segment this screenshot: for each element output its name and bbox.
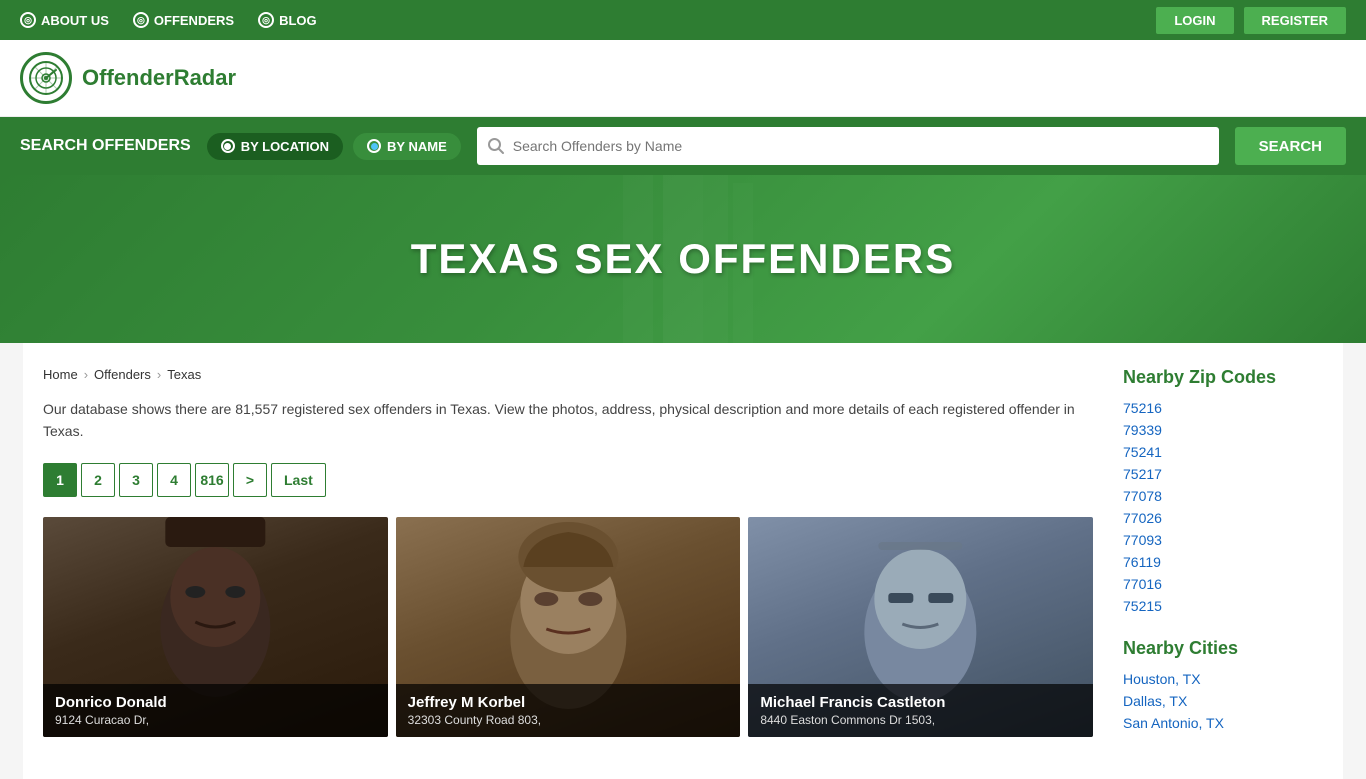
breadcrumb-home[interactable]: Home [43,367,78,382]
zipcode-77016[interactable]: 77016 [1123,576,1323,592]
city-san-antonio[interactable]: San Antonio, TX [1123,715,1323,731]
content-main: Home › Offenders › Texas Our database sh… [43,367,1093,755]
sidebar-zipcodes-title: Nearby Zip Codes [1123,367,1323,388]
zipcode-75215[interactable]: 75215 [1123,598,1323,614]
radio-dot-name [367,139,381,153]
offender-name-1: Jeffrey M Korbel [408,694,729,711]
city-dallas[interactable]: Dallas, TX [1123,693,1323,709]
radar-icon [28,60,64,96]
offender-info-0: Donrico Donald 9124 Curacao Dr, [43,684,388,737]
top-navigation: ◎ ABOUT US ◎ OFFENDERS ◎ BLOG LOGIN REGI… [0,0,1366,40]
search-input-wrap [477,127,1219,165]
offender-card-0[interactable]: Donrico Donald 9124 Curacao Dr, [43,517,388,737]
zipcode-75217[interactable]: 75217 [1123,466,1323,482]
sidebar-cities-title: Nearby Cities [1123,638,1323,659]
logo-text: OffenderRadar [82,65,236,91]
page-4[interactable]: 4 [157,463,191,497]
breadcrumb-offenders[interactable]: Offenders [94,367,151,382]
offenders-icon: ◎ [133,12,149,28]
radio-dot-location [221,139,235,153]
offender-card-2[interactable]: Michael Francis Castleton 8440 Easton Co… [748,517,1093,737]
breadcrumb: Home › Offenders › Texas [43,367,1093,382]
radio-by-name[interactable]: BY NAME [353,133,461,160]
zipcode-76119[interactable]: 76119 [1123,554,1323,570]
main-content: Home › Offenders › Texas Our database sh… [0,343,1366,779]
top-nav-right: LOGIN REGISTER [1156,7,1346,34]
page-description: Our database shows there are 81,557 regi… [43,398,1093,443]
offender-card-1[interactable]: Jeffrey M Korbel 32303 County Road 803, [396,517,741,737]
sidebar: Nearby Zip Codes 75216 79339 75241 75217… [1123,367,1323,755]
zipcode-79339[interactable]: 79339 [1123,422,1323,438]
search-radio-group: BY LOCATION BY NAME [207,133,461,160]
zipcode-77026[interactable]: 77026 [1123,510,1323,526]
offender-address-2: 8440 Easton Commons Dr 1503, [760,713,1081,727]
city-houston[interactable]: Houston, TX [1123,671,1323,687]
search-button[interactable]: SEARCH [1235,127,1346,165]
site-header: OffenderRadar [0,40,1366,117]
page-1[interactable]: 1 [43,463,77,497]
breadcrumb-sep-1: › [84,367,88,382]
nav-blog[interactable]: ◎ BLOG [258,12,317,28]
search-input[interactable] [513,138,1209,154]
zipcode-77078[interactable]: 77078 [1123,488,1323,504]
search-bar: SEARCH OFFENDERS BY LOCATION BY NAME SEA… [0,117,1366,175]
radio-by-location[interactable]: BY LOCATION [207,133,343,160]
page-2[interactable]: 2 [81,463,115,497]
page-next[interactable]: > [233,463,267,497]
breadcrumb-current: Texas [167,367,201,382]
content-wrap: Home › Offenders › Texas Our database sh… [23,343,1343,779]
page-last[interactable]: Last [271,463,326,497]
offender-address-0: 9124 Curacao Dr, [55,713,376,727]
nav-offenders[interactable]: ◎ OFFENDERS [133,12,234,28]
blog-icon: ◎ [258,12,274,28]
pagination: 1 2 3 4 816 > Last [43,463,1093,497]
page-816[interactable]: 816 [195,463,229,497]
offender-name-2: Michael Francis Castleton [760,694,1081,711]
register-button[interactable]: REGISTER [1244,7,1346,34]
logo[interactable]: OffenderRadar [20,52,236,104]
sidebar-cities-section: Nearby Cities Houston, TX Dallas, TX San… [1123,638,1323,731]
offender-name-0: Donrico Donald [55,694,376,711]
hero-banner: TEXAS SEX OFFENDERS [0,175,1366,343]
search-label: SEARCH OFFENDERS [20,137,191,155]
offender-info-2: Michael Francis Castleton 8440 Easton Co… [748,684,1093,737]
nav-about-us[interactable]: ◎ ABOUT US [20,12,109,28]
offender-address-1: 32303 County Road 803, [408,713,729,727]
sidebar-zipcodes-section: Nearby Zip Codes 75216 79339 75241 75217… [1123,367,1323,614]
page-3[interactable]: 3 [119,463,153,497]
search-icon [487,137,505,155]
zipcode-75241[interactable]: 75241 [1123,444,1323,460]
hero-title: TEXAS SEX OFFENDERS [411,235,955,283]
top-nav-left: ◎ ABOUT US ◎ OFFENDERS ◎ BLOG [20,12,317,28]
zipcode-75216[interactable]: 75216 [1123,400,1323,416]
offender-info-1: Jeffrey M Korbel 32303 County Road 803, [396,684,741,737]
about-us-icon: ◎ [20,12,36,28]
zipcode-77093[interactable]: 77093 [1123,532,1323,548]
logo-circle [20,52,72,104]
login-button[interactable]: LOGIN [1156,7,1233,34]
offender-grid: Donrico Donald 9124 Curacao Dr, [43,517,1093,737]
breadcrumb-sep-2: › [157,367,161,382]
